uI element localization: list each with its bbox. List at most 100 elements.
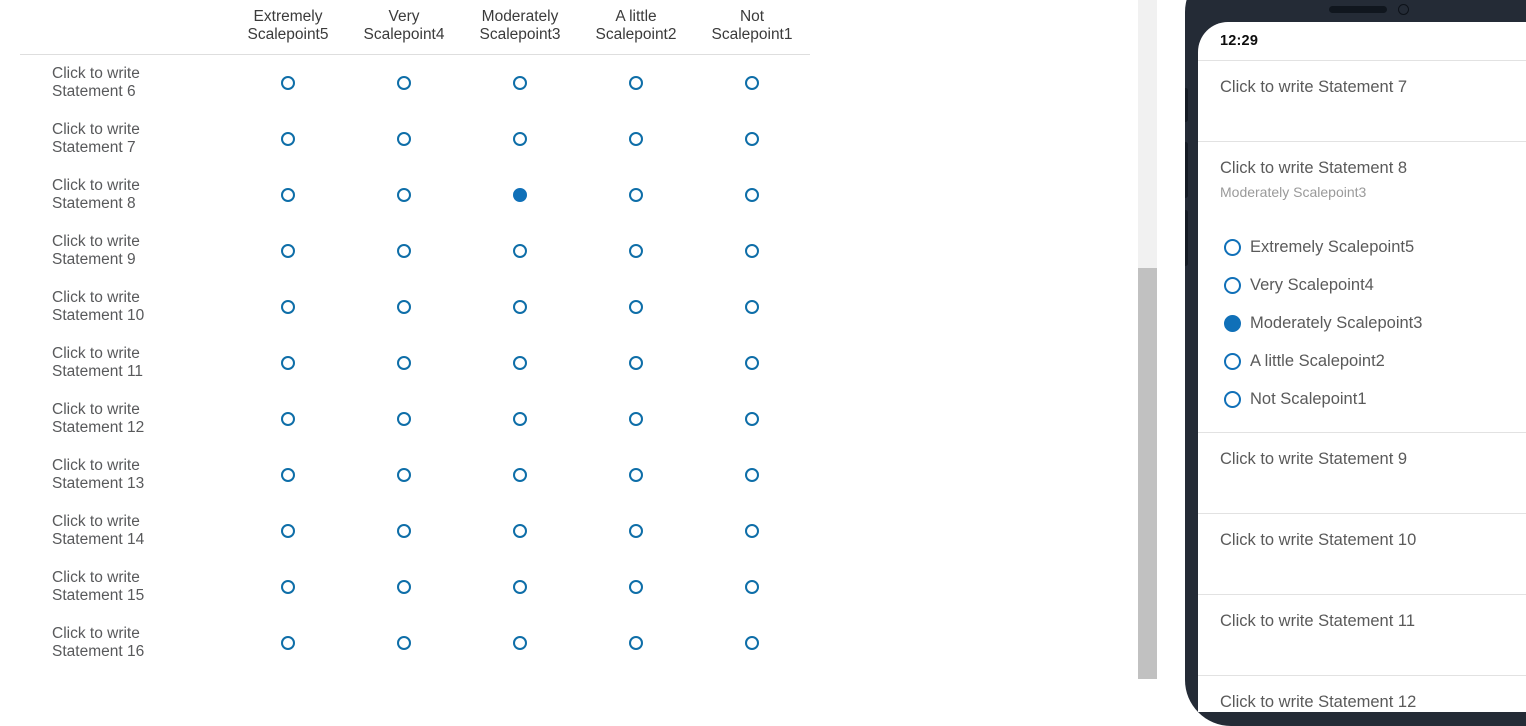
matrix-cell[interactable] (578, 279, 694, 335)
radio-button[interactable] (745, 131, 759, 146)
matrix-cell[interactable] (230, 167, 346, 223)
radio-button-selected[interactable] (513, 187, 527, 202)
radio-button[interactable] (629, 579, 643, 594)
matrix-cell[interactable] (694, 111, 810, 167)
matrix-cell[interactable] (578, 559, 694, 615)
accordion-header[interactable]: Click to write Statement 7 (1220, 61, 1526, 141)
matrix-cell[interactable] (230, 335, 346, 391)
matrix-cell[interactable] (346, 335, 462, 391)
radio-button[interactable] (745, 467, 759, 482)
radio-button[interactable] (1224, 276, 1241, 294)
matrix-cell[interactable] (578, 335, 694, 391)
option-row[interactable]: A little Scalepoint2 (1224, 342, 1526, 380)
radio-button[interactable] (745, 635, 759, 650)
radio-button[interactable] (513, 579, 527, 594)
matrix-cell[interactable] (462, 55, 578, 112)
matrix-row-label[interactable]: Click to write Statement 14 (20, 503, 230, 559)
radio-button[interactable] (745, 411, 759, 426)
radio-button[interactable] (281, 243, 295, 258)
radio-button[interactable] (397, 467, 411, 482)
radio-button[interactable] (629, 187, 643, 202)
matrix-cell[interactable] (694, 335, 810, 391)
radio-button[interactable] (281, 355, 295, 370)
matrix-cell[interactable] (346, 55, 462, 112)
matrix-cell[interactable] (230, 391, 346, 447)
option-row[interactable]: Moderately Scalepoint3 (1224, 304, 1526, 342)
radio-button[interactable] (397, 523, 411, 538)
radio-button[interactable] (397, 243, 411, 258)
radio-button[interactable] (281, 75, 295, 90)
matrix-cell[interactable] (230, 503, 346, 559)
matrix-row-label[interactable]: Click to write Statement 10 (20, 279, 230, 335)
matrix-cell[interactable] (694, 615, 810, 671)
phone-volume-down-button[interactable] (1185, 210, 1188, 266)
radio-button[interactable] (397, 299, 411, 314)
matrix-row-label[interactable]: Click to write Statement 16 (20, 615, 230, 671)
radio-button[interactable] (397, 635, 411, 650)
matrix-row-label[interactable]: Click to write Statement 9 (20, 223, 230, 279)
matrix-cell[interactable] (462, 503, 578, 559)
radio-button[interactable] (745, 243, 759, 258)
accordion-header[interactable]: Click to write Statement 11 (1220, 595, 1526, 675)
radio-button[interactable] (745, 579, 759, 594)
matrix-cell[interactable] (462, 223, 578, 279)
matrix-cell[interactable] (230, 615, 346, 671)
matrix-cell[interactable] (462, 111, 578, 167)
radio-button[interactable] (513, 523, 527, 538)
radio-button[interactable] (397, 75, 411, 90)
radio-button[interactable] (629, 75, 643, 90)
accordion-header[interactable]: Click to write Statement 8 Moderately Sca… (1220, 142, 1526, 222)
radio-button[interactable] (513, 355, 527, 370)
matrix-cell[interactable] (462, 335, 578, 391)
radio-button[interactable] (397, 187, 411, 202)
radio-button[interactable] (629, 467, 643, 482)
matrix-cell[interactable] (346, 503, 462, 559)
matrix-cell[interactable] (578, 615, 694, 671)
radio-button[interactable] (629, 243, 643, 258)
matrix-cell[interactable] (346, 167, 462, 223)
matrix-cell[interactable] (230, 223, 346, 279)
matrix-row-label[interactable]: Click to write Statement 13 (20, 447, 230, 503)
matrix-cell[interactable] (230, 111, 346, 167)
matrix-cell[interactable] (346, 111, 462, 167)
radio-button[interactable] (513, 411, 527, 426)
matrix-cell[interactable] (462, 391, 578, 447)
matrix-cell[interactable] (694, 447, 810, 503)
matrix-cell[interactable] (694, 223, 810, 279)
radio-button[interactable] (745, 299, 759, 314)
radio-button[interactable] (281, 411, 295, 426)
matrix-cell[interactable] (578, 111, 694, 167)
radio-button[interactable] (1224, 390, 1241, 408)
matrix-cell[interactable] (346, 447, 462, 503)
radio-button[interactable] (281, 635, 295, 650)
radio-button[interactable] (281, 299, 295, 314)
matrix-cell[interactable] (346, 559, 462, 615)
radio-button[interactable] (513, 635, 527, 650)
matrix-cell[interactable] (694, 503, 810, 559)
radio-button[interactable] (281, 523, 295, 538)
radio-button[interactable] (513, 467, 527, 482)
radio-button[interactable] (513, 131, 527, 146)
radio-button[interactable] (1224, 238, 1241, 256)
radio-button[interactable] (281, 467, 295, 482)
matrix-cell[interactable] (578, 503, 694, 559)
matrix-cell[interactable] (694, 279, 810, 335)
radio-button[interactable] (629, 635, 643, 650)
radio-button[interactable] (397, 131, 411, 146)
matrix-cell[interactable] (230, 55, 346, 112)
vertical-scrollbar-thumb[interactable] (1138, 268, 1157, 679)
matrix-row-label[interactable]: Click to write Statement 8 (20, 167, 230, 223)
phone-silence-switch[interactable] (1185, 88, 1188, 122)
matrix-cell[interactable] (230, 279, 346, 335)
radio-button[interactable] (281, 131, 295, 146)
radio-button[interactable] (745, 355, 759, 370)
matrix-row-label[interactable]: Click to write Statement 11 (20, 335, 230, 391)
radio-button[interactable] (397, 411, 411, 426)
radio-button[interactable] (281, 579, 295, 594)
matrix-cell[interactable] (578, 391, 694, 447)
matrix-cell[interactable] (346, 279, 462, 335)
matrix-cell[interactable] (346, 615, 462, 671)
matrix-cell[interactable] (462, 559, 578, 615)
matrix-cell[interactable] (694, 559, 810, 615)
matrix-row-label[interactable]: Click to write Statement 15 (20, 559, 230, 615)
